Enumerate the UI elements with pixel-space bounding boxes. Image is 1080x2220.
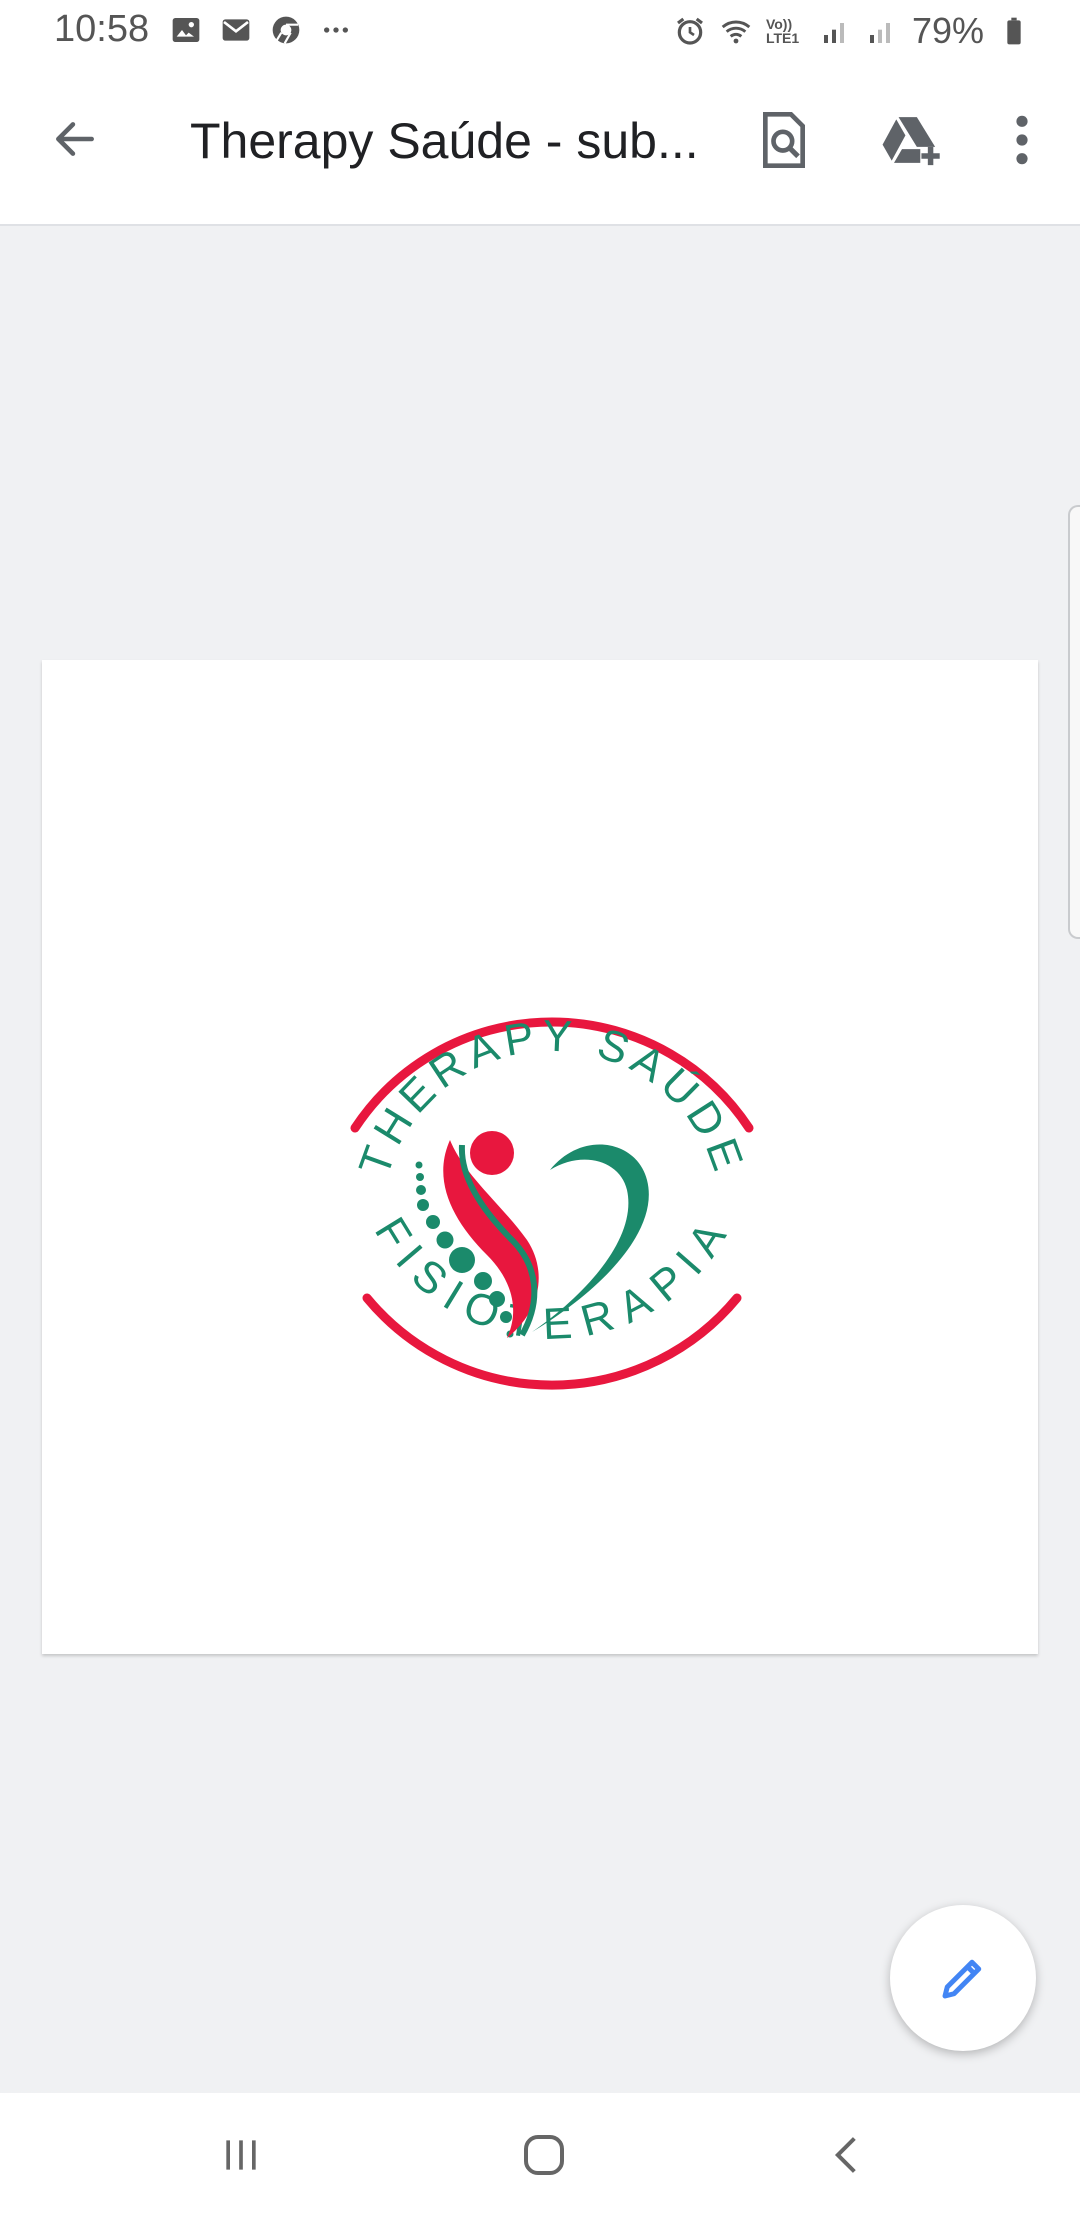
edit-button[interactable] [890,1905,1036,2051]
status-system-icons: Vo)) LTE1 79% [674,10,1030,52]
app-bar: Therapy Saúde - sub... [0,64,1080,226]
more-options-button[interactable] [984,102,1060,178]
volte-icon: Vo)) LTE1 [765,16,800,46]
image-icon [172,18,200,42]
more-dots-icon [324,27,348,33]
status-notification-icons [170,14,352,46]
logo-bottom-text: FISIOTERAPIA [365,1209,739,1349]
add-to-drive-button[interactable] [872,102,948,178]
recents-icon [226,2140,256,2170]
mail-icon [222,19,250,41]
figure-head [470,1131,514,1175]
therapy-saude-logo: THERAPY SAÚDE FISIOTERAPIA [292,870,812,1420]
back-icon [834,2137,856,2173]
back-button[interactable] [40,104,110,174]
logo-top-text: THERAPY SAÚDE [350,1011,754,1182]
recents-button[interactable] [196,2115,286,2195]
status-time: 10:58 [54,8,150,50]
status-bar: 10:58 Vo)) LTE1 79% [0,0,1080,64]
edit-pencil-icon [942,1959,982,1999]
signal-icon [869,23,890,43]
find-in-document-icon [763,112,805,168]
alarm-icon [676,17,703,45]
find-in-document-button[interactable] [746,102,822,178]
more-vert-icon [1016,115,1028,165]
battery-percent: 79% [911,10,984,51]
signal-icon [823,23,844,43]
home-button[interactable] [499,2115,589,2195]
document-page: THERAPY SAÚDE FISIOTERAPIA [42,660,1038,1654]
chrome-icon [272,16,300,44]
battery-icon [1007,17,1021,45]
nav-back-button[interactable] [802,2115,892,2195]
logo-graphic: THERAPY SAÚDE FISIOTERAPIA [350,1011,754,1390]
scroll-handle[interactable] [1068,505,1080,939]
document-title: Therapy Saúde - sub... [190,113,699,169]
arrow-back-icon [56,122,94,156]
navigation-bar [0,2093,1080,2220]
home-icon [524,2135,564,2175]
wifi-icon [721,20,751,44]
add-to-drive-icon [882,117,940,166]
